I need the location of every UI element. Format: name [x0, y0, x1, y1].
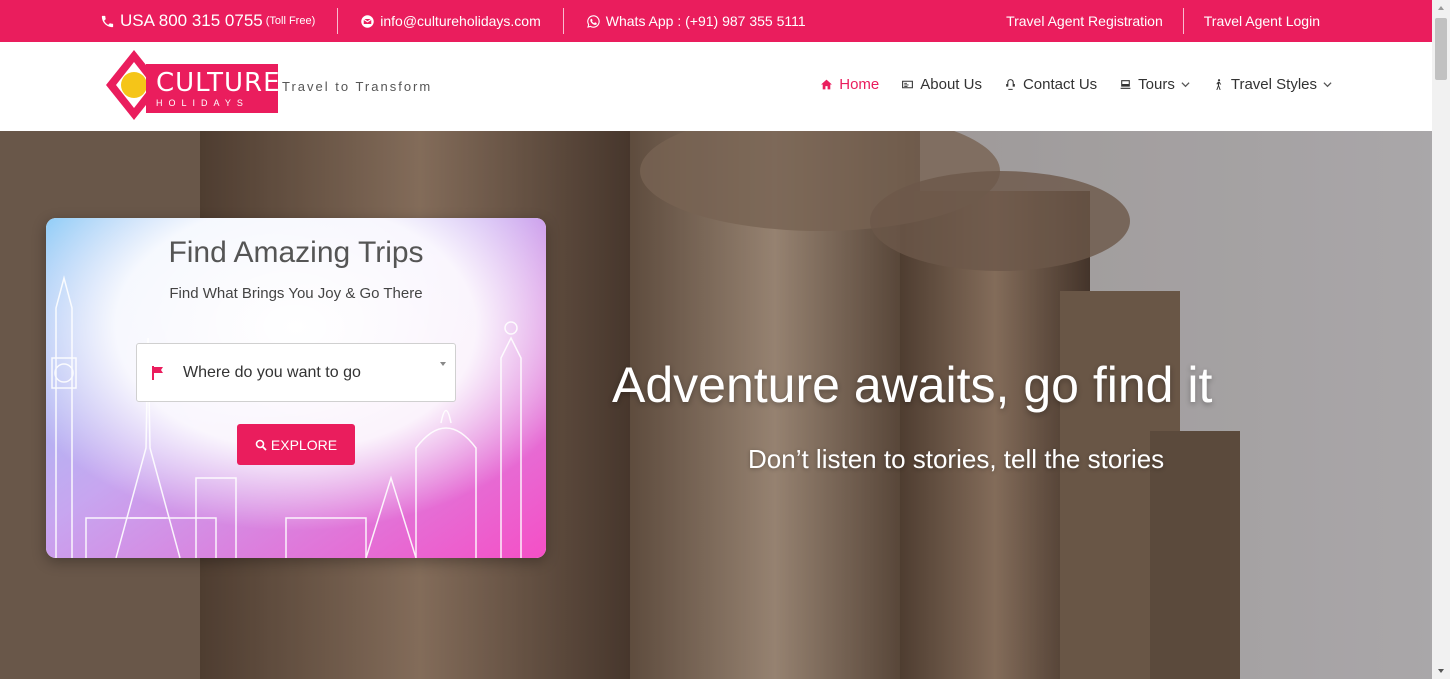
mail-icon [361, 14, 374, 28]
whatsapp-contact[interactable]: Whats App : (+91) 987 355 5111 [564, 9, 828, 33]
site-logo[interactable]: CULTURE HOLIDAYS [104, 50, 280, 120]
card-title: Find Amazing Trips [168, 236, 424, 269]
site-header: CULTURE HOLIDAYS Travel to Transform Hom… [0, 42, 1432, 131]
nav-travel-styles[interactable]: Travel Styles [1212, 76, 1332, 93]
logo-sub-text: HOLIDAYS [156, 98, 249, 108]
nav-home-label: Home [839, 76, 880, 93]
tagline: Travel to Transform [282, 79, 433, 94]
contact-icon [1006, 79, 1015, 90]
flag-icon [152, 365, 163, 380]
nav-home[interactable]: Home [820, 76, 879, 93]
email-address: info@cultureholidays.com [380, 13, 541, 29]
nav-contact[interactable]: Contact Us [1004, 76, 1097, 93]
agent-login-link[interactable]: Travel Agent Login [1184, 9, 1340, 33]
scroll-up-icon[interactable] [1438, 6, 1444, 10]
nav-about-label: About Us [920, 76, 982, 93]
dropdown-caret-icon [440, 362, 446, 366]
page-scrollbar[interactable] [1432, 0, 1450, 679]
nav-contact-label: Contact Us [1022, 76, 1098, 93]
scroll-down-icon[interactable] [1438, 669, 1444, 673]
agent-links: Travel Agent Registration Travel Agent L… [986, 8, 1432, 34]
chevron-down-icon [1181, 82, 1190, 88]
trip-search-card: Find Amazing Trips Find What Brings You … [46, 218, 546, 558]
phone-note: (Toll Free) [265, 15, 316, 27]
top-bar: USA 800 315 0755 (Toll Free) info@cultur… [0, 0, 1432, 42]
destination-select[interactable]: Where do you want to go [136, 343, 456, 402]
home-icon [821, 79, 833, 90]
hero-subtitle: Don’t listen to stories, tell the storie… [748, 444, 1165, 474]
nav-about[interactable]: About Us [901, 76, 982, 93]
nav-travel-styles-label: Travel Styles [1230, 76, 1317, 93]
email-contact[interactable]: info@cultureholidays.com [338, 9, 563, 33]
logo-main-text: CULTURE [156, 68, 281, 98]
phone-number: USA 800 315 0755 [120, 11, 263, 30]
chevron-down-icon [1323, 82, 1332, 88]
logo-wordmark: CULTURE HOLIDAYS [146, 64, 281, 113]
hiker-icon [1216, 79, 1222, 90]
explore-button-label: EXPLORE [270, 436, 338, 453]
search-icon [255, 439, 267, 451]
id-card-icon [902, 80, 914, 89]
destination-select-value: Where do you want to go [183, 363, 361, 381]
bus-icon [1120, 80, 1131, 89]
scrollbar-thumb[interactable] [1435, 18, 1447, 80]
phone-contact[interactable]: USA 800 315 0755 (Toll Free) [0, 9, 337, 33]
hero-title: Adventure awaits, go find it [612, 357, 1213, 413]
nav-tours-label: Tours [1138, 76, 1175, 93]
phone-icon [101, 15, 114, 27]
main-nav: Home About Us Contact Us Tours Travel St… [798, 76, 1332, 93]
agent-registration-link[interactable]: Travel Agent Registration [986, 9, 1183, 33]
card-subtitle: Find What Brings You Joy & Go There [169, 285, 423, 302]
nav-tours[interactable]: Tours [1119, 76, 1190, 93]
whatsapp-icon [587, 14, 600, 28]
whatsapp-number: Whats App : (+91) 987 355 5111 [605, 13, 806, 29]
explore-button[interactable]: EXPLORE [237, 424, 355, 465]
